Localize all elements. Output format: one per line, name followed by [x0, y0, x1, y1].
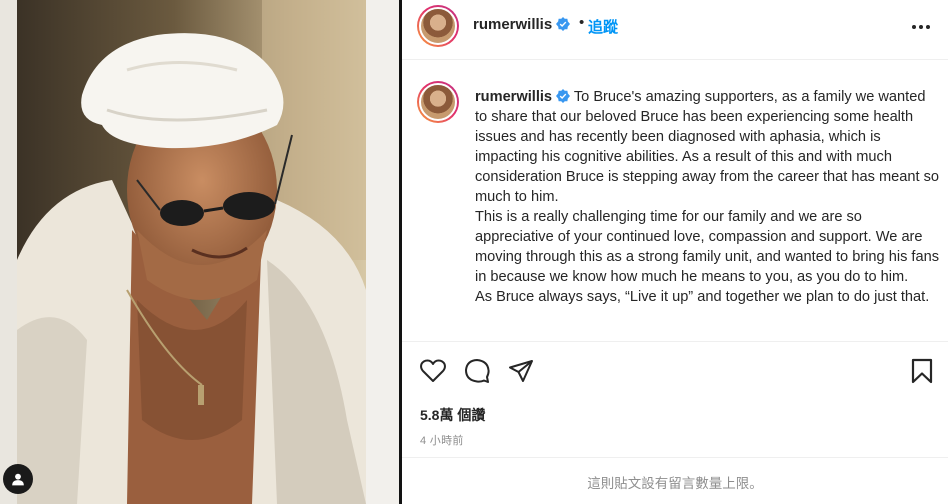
author-avatar[interactable] — [417, 5, 459, 47]
tagged-users-button[interactable] — [3, 464, 33, 494]
person-icon — [12, 473, 24, 486]
comments-limited-notice: 這則貼文設有留言數量上限。 — [402, 457, 948, 504]
caption-username[interactable]: rumerwillis — [475, 89, 552, 105]
comment-bubble-icon — [465, 359, 490, 383]
post-photo[interactable] — [0, 0, 399, 504]
caption-paragraph-2: This is a really challenging time for ou… — [475, 209, 940, 285]
heart-icon — [420, 359, 446, 382]
share-button[interactable] — [507, 357, 535, 385]
caption-section: rumerwillis To Bruce's amazing supporter… — [402, 61, 948, 341]
post-side-panel: rumerwillis • 追蹤 rumerwillis To Bruce's … — [402, 0, 948, 504]
caption-paragraph-3: As Bruce always says, “Live it up” and t… — [475, 289, 930, 305]
caption-author-avatar[interactable] — [417, 81, 459, 123]
post-actions: 5.8萬 個讚 4 小時前 這則貼文設有留言數量上限。 — [402, 341, 948, 504]
post-timestamp[interactable]: 4 小時前 — [420, 432, 464, 448]
post-header: rumerwillis • 追蹤 — [402, 0, 948, 60]
bookmark-icon — [911, 358, 933, 384]
save-button[interactable] — [908, 357, 936, 385]
follow-button[interactable]: 追蹤 — [588, 16, 618, 37]
caption-paragraph-1: rumerwillis To Bruce's amazing supporter… — [475, 87, 940, 207]
more-options-button[interactable] — [908, 14, 934, 40]
photo-border-right — [366, 0, 399, 504]
photo-border-left — [0, 0, 17, 504]
verified-badge-icon — [556, 17, 571, 31]
post-image — [17, 0, 366, 504]
paper-plane-icon — [509, 360, 533, 382]
verified-badge-icon — [556, 89, 571, 103]
author-username-row: rumerwillis — [473, 16, 571, 34]
like-button[interactable] — [419, 357, 447, 385]
comment-button[interactable] — [463, 357, 491, 385]
author-username[interactable]: rumerwillis — [473, 16, 552, 33]
caption-text: rumerwillis To Bruce's amazing supporter… — [475, 87, 940, 307]
header-separator: • — [579, 14, 585, 31]
likes-count[interactable]: 5.8萬 個讚 — [420, 405, 485, 425]
caption-paragraph-1-text: To Bruce's amazing supporters, as a fami… — [475, 89, 939, 205]
more-options-icon — [912, 25, 930, 29]
